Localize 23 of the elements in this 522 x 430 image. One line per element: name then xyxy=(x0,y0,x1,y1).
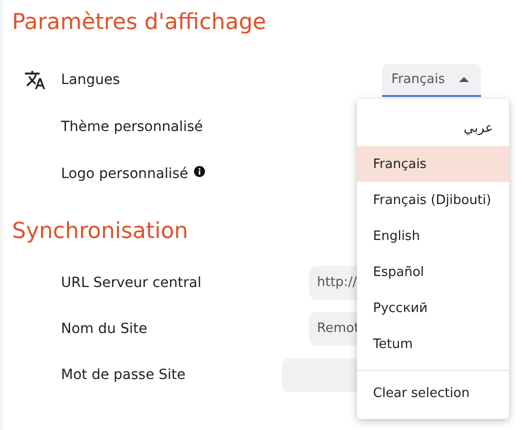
input-field[interactable] xyxy=(282,358,357,392)
menu-item[interactable]: English xyxy=(357,218,509,254)
menu-item[interactable]: Français xyxy=(357,146,509,182)
language-select[interactable]: Français xyxy=(382,64,481,96)
setting-label: Nom du Site xyxy=(61,320,148,336)
menu-item[interactable]: Français (Djibouti) xyxy=(357,182,509,218)
menu-item[interactable]: عربي xyxy=(357,110,509,146)
setting-label: Langues xyxy=(61,72,120,88)
info-icon[interactable] xyxy=(194,166,206,176)
setting-label: Mot de passe Site xyxy=(61,366,186,382)
caret-icon xyxy=(459,76,469,82)
menu-item[interactable]: Español xyxy=(357,254,509,290)
setting-label: Logo personnalisé xyxy=(61,166,188,182)
section-heading: Synchronisation xyxy=(12,218,188,246)
setting-label: Thème personnalisé xyxy=(61,119,203,135)
menu-item[interactable]: Tetum xyxy=(357,326,509,362)
select-value: Français xyxy=(391,72,445,86)
clear-selection-item[interactable]: Clear selection xyxy=(357,375,509,411)
input-field[interactable]: http:// xyxy=(309,266,357,300)
setting-label: URL Serveur central xyxy=(61,274,202,290)
section-heading: Paramètres d'affichage xyxy=(12,9,266,37)
menu-item[interactable]: Русский xyxy=(357,290,509,326)
input-field[interactable]: Remot xyxy=(309,312,357,346)
